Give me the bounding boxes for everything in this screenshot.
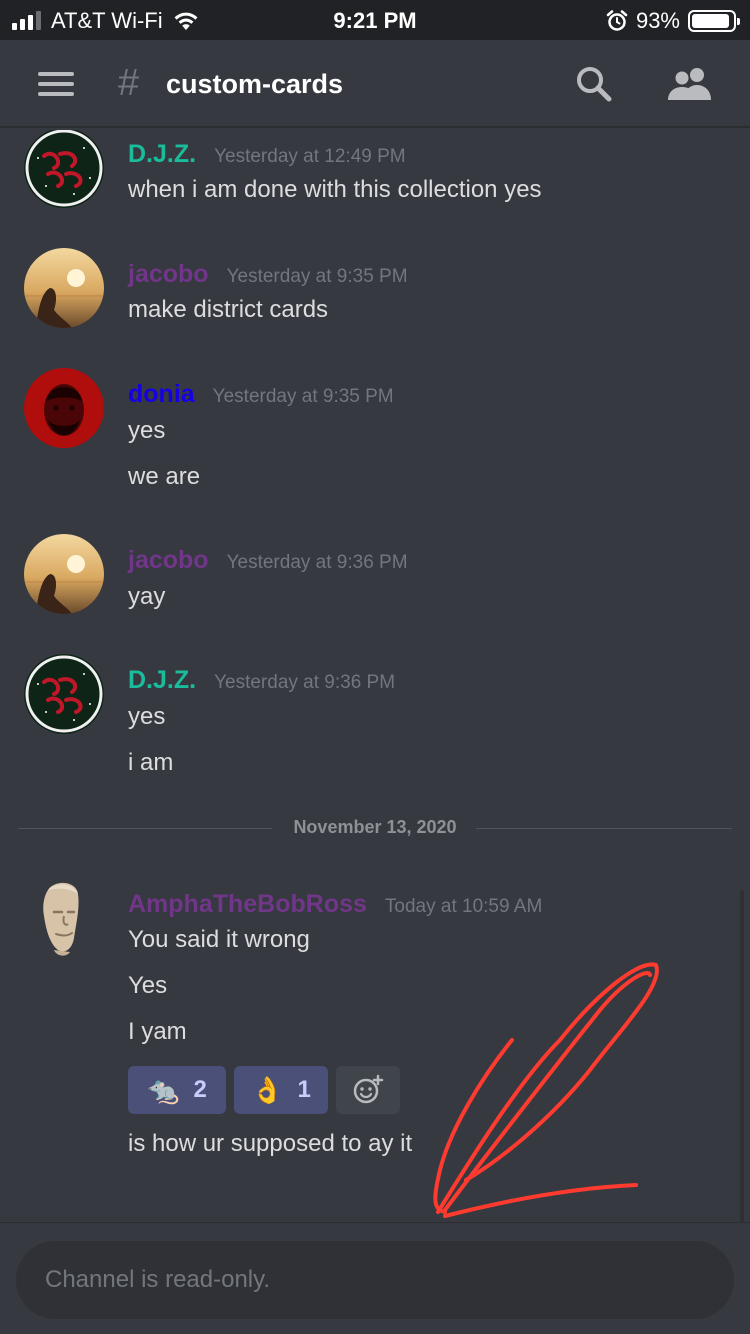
battery-percent: 93% <box>635 8 680 33</box>
alarm-icon <box>606 10 628 31</box>
avatar[interactable] <box>24 130 104 208</box>
message-meta: jacobo Yesterday at 9:35 PM <box>128 260 408 289</box>
message-text: when i am done with this collection yes <box>128 176 542 203</box>
message-meta: jacobo Yesterday at 9:36 PM <box>128 546 408 575</box>
message-text: yes <box>128 417 166 444</box>
members-icon[interactable] <box>666 66 714 102</box>
message-text: You said it wrong <box>128 926 310 953</box>
author-name[interactable]: jacobo <box>128 260 209 289</box>
message-text: Yes <box>128 972 168 999</box>
timestamp: Yesterday at 12:49 PM <box>214 146 406 167</box>
channel-header: # custom-cards <box>0 40 750 128</box>
avatar[interactable] <box>24 878 104 958</box>
message-text: I yam <box>128 1018 187 1045</box>
channel-title: custom-cards <box>166 69 344 99</box>
timestamp: Yesterday at 9:35 PM <box>212 386 394 407</box>
avatar[interactable] <box>24 654 104 734</box>
timestamp: Yesterday at 9:36 PM <box>214 672 396 693</box>
message-list[interactable]: D.J.Z. Yesterday at 12:49 PM when i am d… <box>0 130 750 1222</box>
channel-hash-icon: # <box>118 62 140 104</box>
battery-fill <box>692 14 730 28</box>
timestamp: Yesterday at 9:36 PM <box>226 552 408 573</box>
message-text: we are <box>128 463 201 490</box>
avatar[interactable] <box>24 534 104 614</box>
reaction-ok-hand[interactable]: 👌 1 <box>234 1066 328 1114</box>
avatar[interactable] <box>24 248 104 328</box>
author-name[interactable]: D.J.Z. <box>128 666 196 695</box>
status-bar: AT&T Wi-Fi 9:21 PM 93% <box>0 0 750 40</box>
reaction-rat[interactable]: 🐀 2 <box>128 1066 226 1114</box>
reaction-count: 1 <box>297 1076 311 1103</box>
scrollbar[interactable] <box>740 890 744 1222</box>
composer-bar <box>0 1222 750 1334</box>
date-divider: November 13, 2020 <box>18 817 732 837</box>
timestamp: Yesterday at 9:35 PM <box>226 266 408 287</box>
message-meta: AmphaTheBobRoss Today at 10:59 AM <box>128 890 542 919</box>
add-reaction-icon <box>353 1074 384 1104</box>
battery-icon <box>688 10 740 32</box>
message-meta: donia Yesterday at 9:35 PM <box>128 380 394 409</box>
search-icon[interactable] <box>574 64 614 104</box>
add-reaction-button[interactable] <box>336 1066 400 1114</box>
author-name[interactable]: jacobo <box>128 546 209 575</box>
rat-emoji-icon: 🐀 <box>147 1075 180 1105</box>
message-text: i am <box>128 749 174 776</box>
message-text: make district cards <box>128 296 329 323</box>
menu-icon[interactable] <box>38 72 74 96</box>
message-text: is how ur supposed to ay it <box>128 1130 413 1157</box>
reaction-count: 2 <box>193 1076 207 1103</box>
status-right: 93% <box>606 8 740 34</box>
timestamp: Today at 10:59 AM <box>384 896 543 917</box>
message-meta: D.J.Z. Yesterday at 9:36 PM <box>128 666 395 695</box>
author-name[interactable]: D.J.Z. <box>128 140 196 169</box>
message-text: yes <box>128 703 166 730</box>
message-meta: D.J.Z. Yesterday at 12:49 PM <box>128 140 406 169</box>
reaction-bar: 🐀 2 👌 1 <box>128 1066 400 1114</box>
message-input[interactable] <box>16 1241 734 1319</box>
date-divider-label: November 13, 2020 <box>293 817 457 837</box>
author-name[interactable]: donia <box>128 380 195 409</box>
message-text: yay <box>128 583 166 610</box>
avatar[interactable] <box>24 368 104 448</box>
author-name[interactable]: AmphaTheBobRoss <box>128 890 367 919</box>
ok-hand-emoji-icon: 👌 <box>251 1075 284 1105</box>
